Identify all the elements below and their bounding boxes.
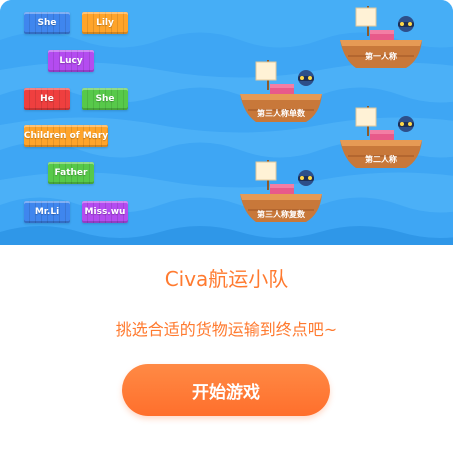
start-game-button[interactable]: 开始游戏 — [122, 364, 330, 416]
ship-third-person-singular[interactable]: 第三人称单数 — [236, 58, 326, 130]
ship-label: 第三人称单数 — [257, 109, 305, 118]
cargo-crate[interactable]: Lucy — [48, 50, 94, 72]
cargo-crate[interactable]: Lily — [82, 12, 128, 34]
ship-label: 第二人称 — [365, 155, 397, 164]
cargo-crate[interactable]: Miss.wu — [82, 201, 128, 223]
ship-second-person[interactable]: 第二人称 — [336, 104, 426, 176]
game-preview-scene: She Lily Lucy He She Children of Mary Fa… — [0, 0, 453, 245]
cargo-crate[interactable]: Mr.Li — [24, 201, 70, 223]
game-card: She Lily Lucy He She Children of Mary Fa… — [0, 0, 453, 453]
cargo-crate[interactable]: Children of Mary — [24, 125, 108, 147]
cargo-crate[interactable]: She — [24, 12, 70, 34]
game-subtitle: 挑选合适的货物运输到终点吧~ — [115, 320, 338, 339]
ship-first-person[interactable]: 第一人称 — [336, 4, 426, 76]
game-title: Civa航运小队 — [164, 267, 289, 291]
ship-third-person-plural[interactable]: 第三人称复数 — [236, 158, 326, 230]
ship-icon — [340, 106, 422, 168]
ship-label: 第三人称复数 — [257, 210, 305, 219]
cargo-crate[interactable]: She — [82, 88, 128, 110]
cargo-crate[interactable]: Father — [48, 162, 94, 184]
ship-label: 第一人称 — [365, 52, 397, 61]
ship-icon — [340, 6, 422, 68]
ship-icon — [240, 60, 322, 122]
cargo-crate[interactable]: He — [24, 88, 70, 110]
